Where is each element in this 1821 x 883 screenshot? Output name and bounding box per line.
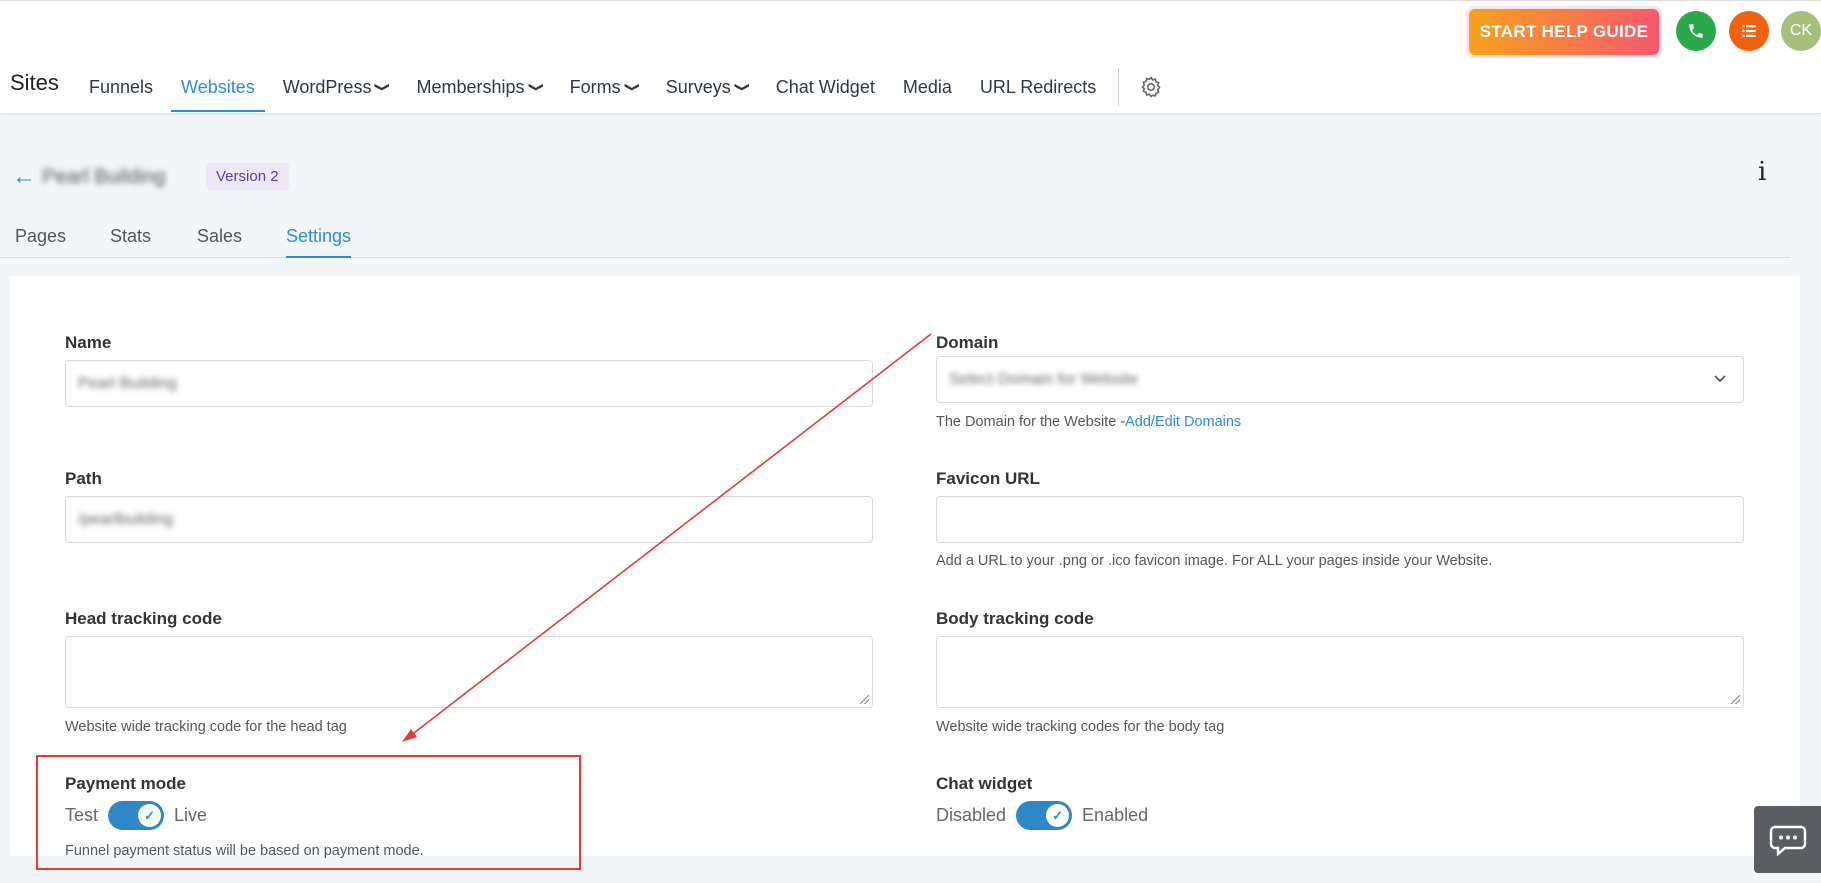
chat-widget-off-label: Disabled xyxy=(936,805,1007,825)
info-icon[interactable]: i xyxy=(1758,157,1766,187)
name-value: Pearl Building xyxy=(78,374,177,392)
resize-handle-icon[interactable] xyxy=(860,695,869,704)
nav-surveys[interactable]: Surveys ❯ xyxy=(666,63,752,111)
annotation-highlight-box xyxy=(36,755,581,870)
chevron-down-icon: ❯ xyxy=(624,81,642,93)
phone-button[interactable] xyxy=(1676,11,1716,51)
sub-tabs: Pages Stats Sales Settings xyxy=(0,222,1790,258)
domain-label: Domain xyxy=(936,333,999,352)
top-border xyxy=(0,0,1821,1)
back-arrow-icon[interactable]: ← xyxy=(12,163,36,191)
nav-websites[interactable]: Websites xyxy=(171,63,265,112)
favicon-label: Favicon URL xyxy=(936,469,1040,488)
path-label: Path xyxy=(65,469,102,488)
nav-media[interactable]: Media xyxy=(903,63,952,111)
start-help-guide-button[interactable]: START HELP GUIDE xyxy=(1469,9,1659,55)
chat-widget-label: Chat widget xyxy=(936,774,1033,793)
list-icon xyxy=(1742,25,1756,37)
tab-pages[interactable]: Pages xyxy=(15,226,66,258)
domain-select[interactable]: Select Domain for Website xyxy=(936,356,1744,403)
chevron-down-icon: ❯ xyxy=(734,81,752,93)
domain-placeholder: Select Domain for Website xyxy=(949,370,1139,388)
nav-funnels[interactable]: Funnels xyxy=(89,63,153,111)
chevron-down-icon xyxy=(1714,375,1726,383)
tab-settings[interactable]: Settings xyxy=(286,226,352,258)
chat-widget-toggle[interactable]: ✓ xyxy=(1016,801,1073,830)
tab-sales[interactable]: Sales xyxy=(197,226,242,258)
version-badge: Version 2 xyxy=(206,163,289,190)
domain-help: The Domain for the Website -Add/Edit Dom… xyxy=(936,414,1242,430)
head-tracking-help: Website wide tracking code for the head … xyxy=(65,719,347,735)
chevron-down-icon: ❯ xyxy=(375,81,392,93)
chat-widget-row: Disabled ✓ Enabled xyxy=(936,801,1148,830)
chat-widget-launcher[interactable] xyxy=(1754,806,1821,873)
phone-icon xyxy=(1689,24,1703,38)
nav-memberships[interactable]: Memberships ❯ xyxy=(417,63,545,111)
task-list-button[interactable] xyxy=(1729,11,1769,51)
path-input[interactable]: /pearlbuilding xyxy=(65,496,873,543)
favicon-input[interactable] xyxy=(936,496,1744,543)
nav-url-redirects[interactable]: URL Redirects xyxy=(980,63,1096,111)
add-edit-domains-link[interactable]: Add/Edit Domains xyxy=(1125,414,1241,430)
nav-forms[interactable]: Forms ❯ xyxy=(570,63,642,111)
resize-handle-icon[interactable] xyxy=(1731,695,1740,704)
chat-bubble-icon xyxy=(1769,825,1806,856)
nav-wordpress[interactable]: WordPress ❯ xyxy=(283,63,392,111)
head-tracking-textarea[interactable] xyxy=(65,636,873,708)
chevron-down-icon: ❯ xyxy=(528,81,545,93)
favicon-help: Add a URL to your .png or .ico favicon i… xyxy=(936,553,1493,569)
name-label: Name xyxy=(65,333,112,352)
head-tracking-label: Head tracking code xyxy=(65,609,222,628)
user-avatar[interactable]: CK xyxy=(1781,11,1821,51)
body-tracking-textarea[interactable] xyxy=(936,636,1744,708)
gear-icon[interactable] xyxy=(1139,75,1163,99)
tab-stats[interactable]: Stats xyxy=(110,226,151,258)
site-name: Pearl Building xyxy=(42,166,166,188)
app-title: Sites xyxy=(10,70,59,95)
path-value: /pearlbuilding xyxy=(78,510,174,528)
nav-chat-widget[interactable]: Chat Widget xyxy=(776,63,875,111)
body-tracking-help: Website wide tracking codes for the body… xyxy=(936,719,1225,735)
chat-widget-on-label: Enabled xyxy=(1082,805,1149,825)
top-header: START HELP GUIDE CK Sites Funnels Websit… xyxy=(0,0,1821,114)
check-icon: ✓ xyxy=(1046,804,1070,827)
nav-divider xyxy=(1118,68,1120,106)
main-nav: Funnels Websites WordPress ❯ Memberships ❯… xyxy=(75,62,1163,112)
body-tracking-label: Body tracking code xyxy=(936,609,1094,628)
name-input[interactable]: Pearl Building xyxy=(65,360,873,407)
